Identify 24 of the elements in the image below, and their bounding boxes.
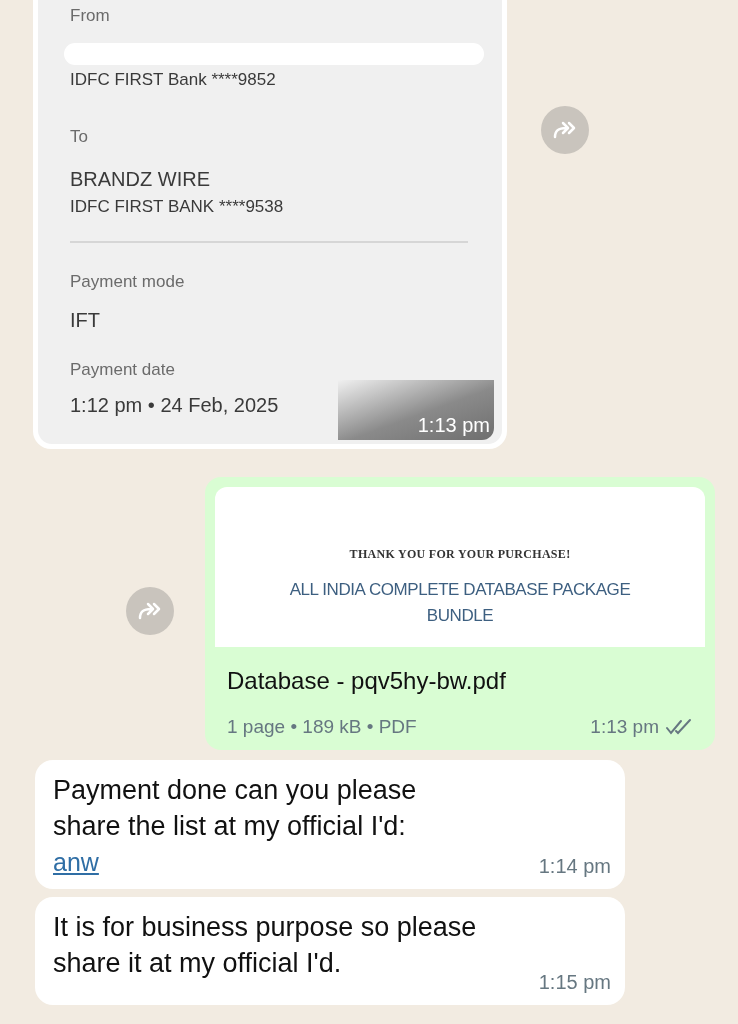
forward-icon (137, 601, 163, 621)
forward-button[interactable] (541, 106, 589, 154)
bank-account-text: IDFC FIRST BANK ****9538 (70, 195, 285, 218)
message-text: It is for business purpose so please share it at my official I'd. (53, 911, 478, 980)
payment-mode-value: IFT (70, 307, 101, 333)
field-label: Payment mode (70, 271, 186, 293)
field-label: Payment date (70, 358, 176, 381)
email-link[interactable]: anw (53, 843, 99, 881)
bank-account-text: IDFC FIRST Bank ****9852 (70, 68, 277, 91)
message-text: Payment done can you please share the list at my official I'd: (53, 773, 418, 843)
forward-icon (552, 120, 578, 140)
forward-button[interactable] (126, 587, 174, 635)
message-time: 1:14 pm (538, 854, 611, 879)
message-time: 1:13 pm (590, 715, 659, 739)
file-name[interactable]: Database - pqv5hy-bw.pdf (227, 667, 693, 695)
preview-heading: THANK YOU FOR YOUR PURCHASE! (349, 546, 571, 563)
preview-title: ALL INDIA COMPLETE DATABASE PACKAGE BUNDLE (288, 579, 632, 627)
field-label: To (70, 126, 89, 148)
message-time: 1:13 pm (337, 380, 494, 440)
field-label: From (70, 5, 111, 27)
message-time: 1:15 pm (538, 970, 611, 995)
payment-date-value: 1:12 pm • 24 Feb, 2025 (70, 393, 279, 418)
file-details: 1 page • 189 kB • PDF (227, 715, 417, 739)
payee-name: BRANDZ WIRE (70, 166, 211, 192)
